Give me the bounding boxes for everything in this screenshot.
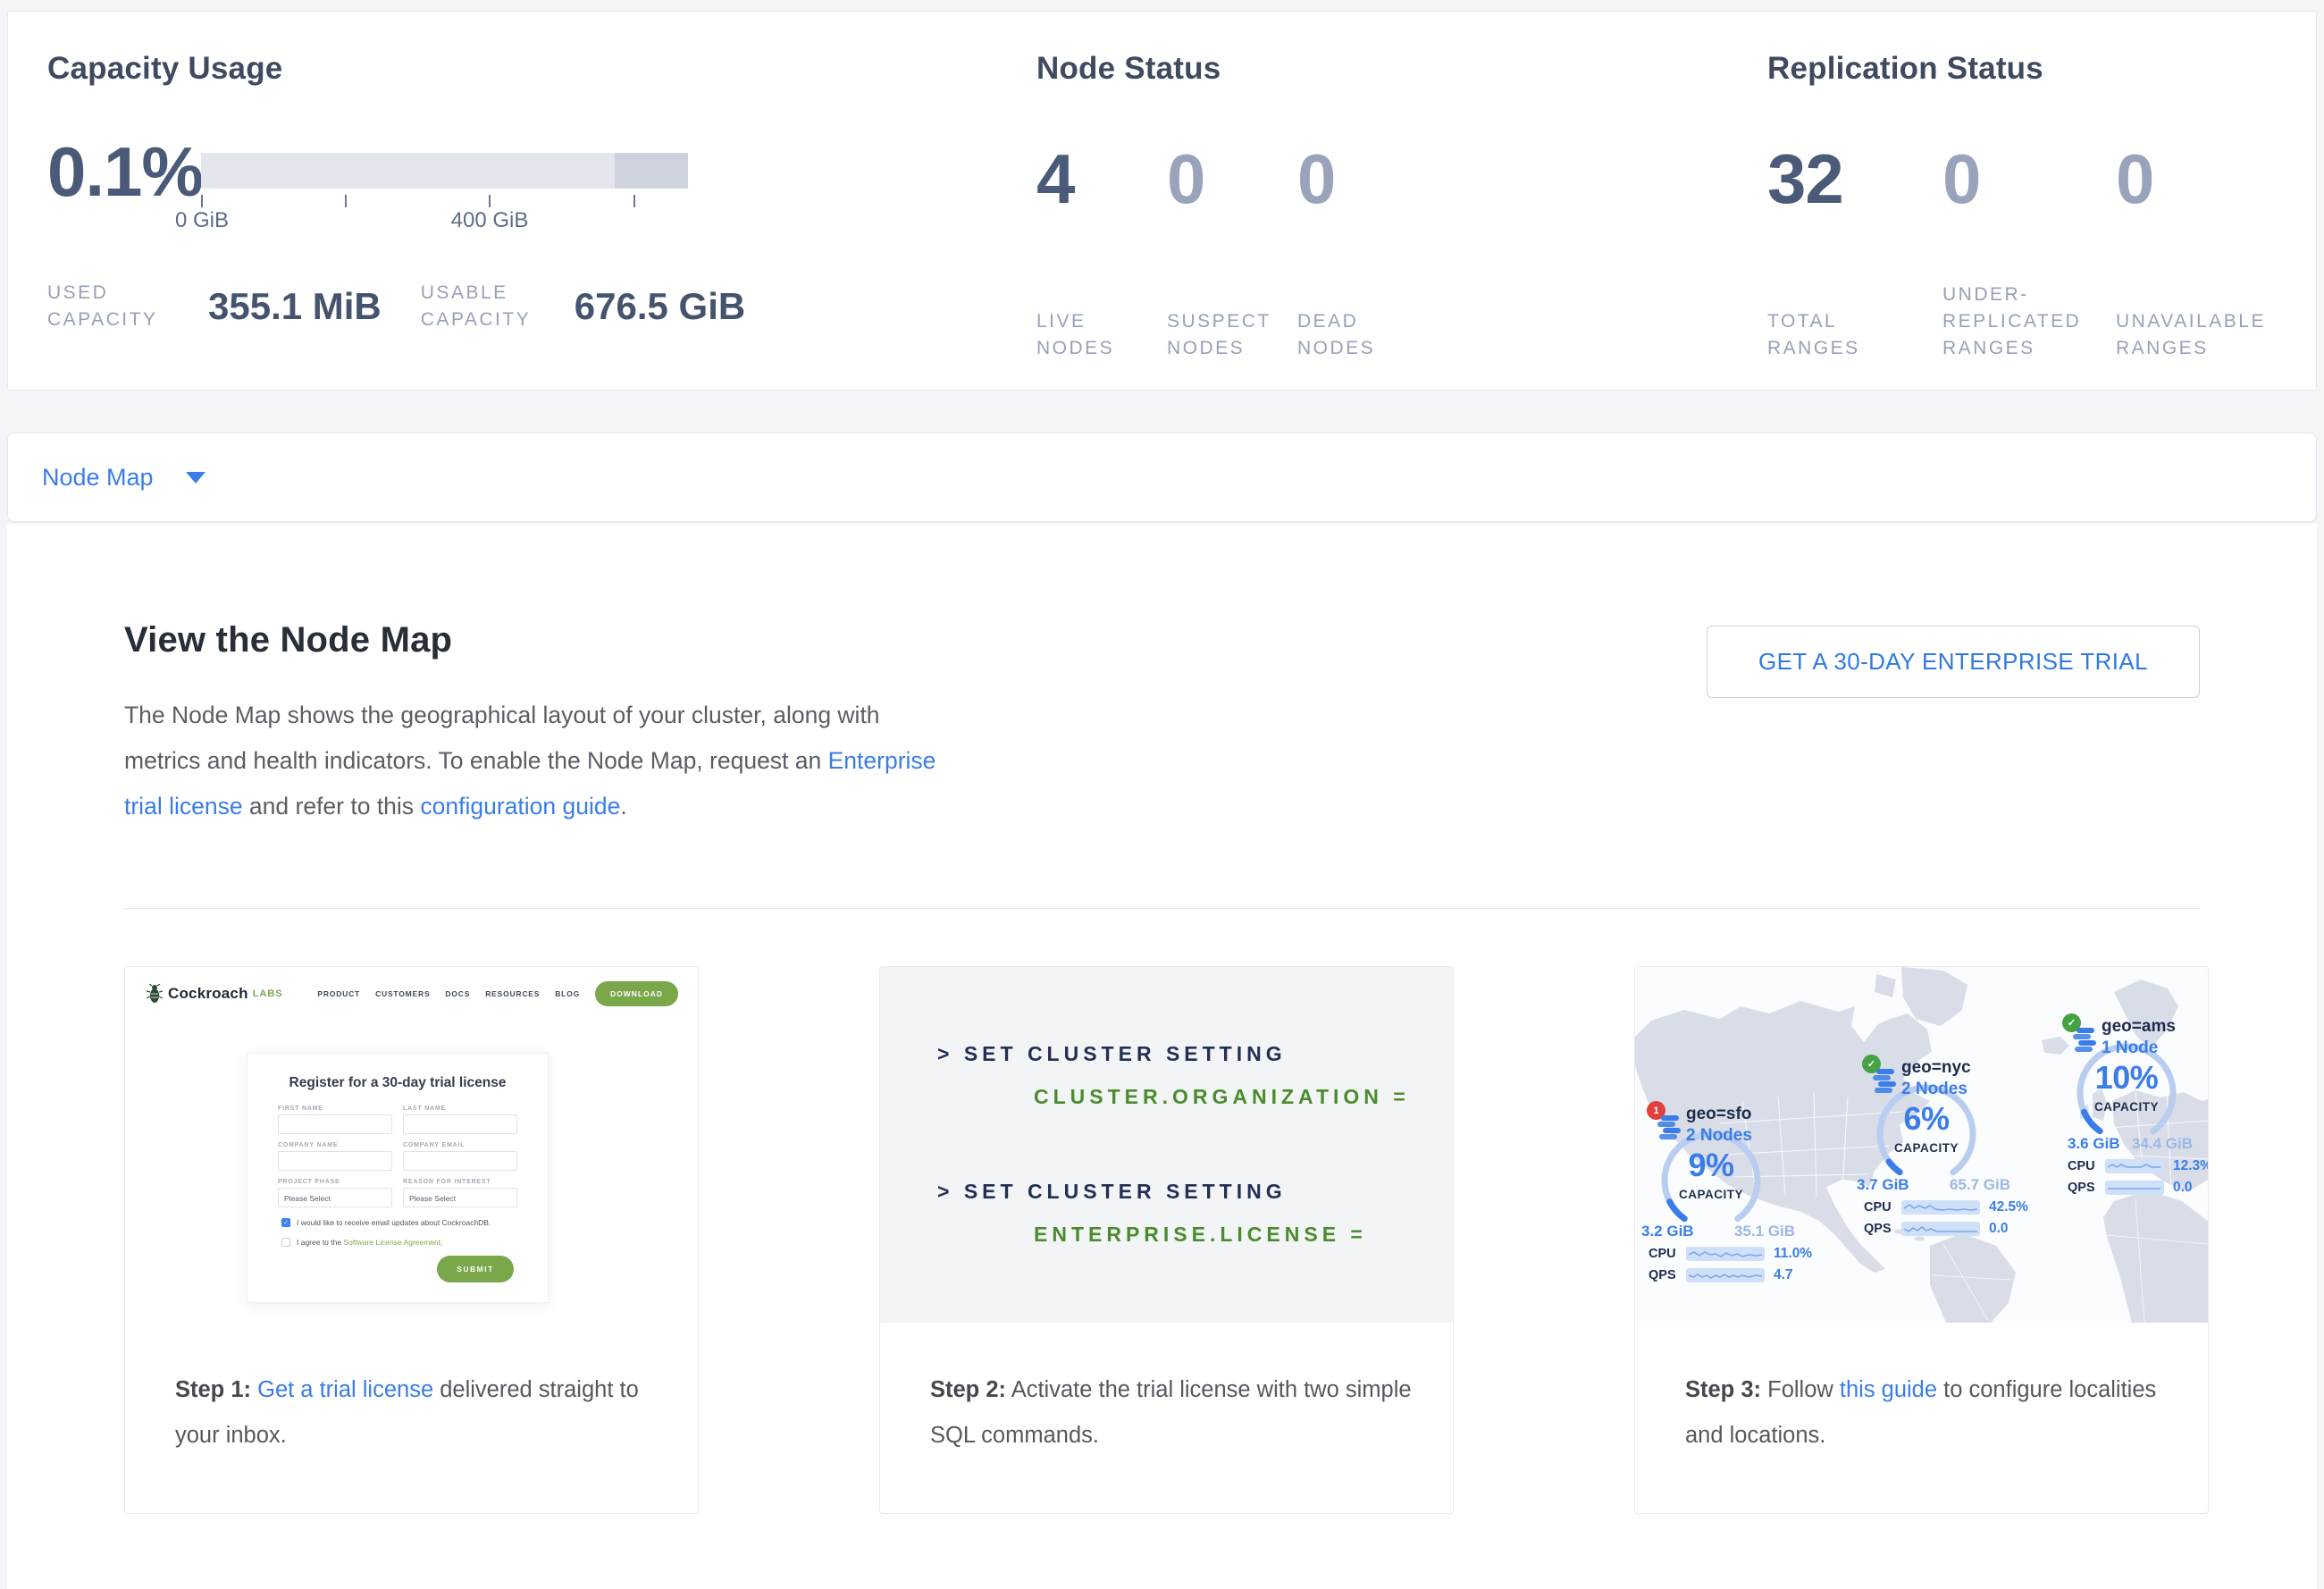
usable-capacity-value: 676.5 GiB bbox=[575, 285, 745, 328]
used-capacity-label: USED CAPACITY bbox=[47, 280, 189, 333]
first-name-field bbox=[278, 1114, 392, 1134]
reason-for-interest-select: Please Select bbox=[403, 1188, 517, 1207]
view-selector-label[interactable]: Node Map bbox=[42, 464, 154, 492]
sql-set-cluster-setting-1: > SET CLUSTER SETTING bbox=[937, 1042, 1287, 1066]
configuration-guide-link[interactable]: configuration guide bbox=[420, 793, 620, 820]
get-trial-license-link[interactable]: Get a trial license bbox=[257, 1377, 433, 1402]
capacity-stats: USED CAPACITY 355.1 MiB USABLE CAPACITY … bbox=[47, 280, 745, 333]
checkbox-empty-icon bbox=[281, 1238, 290, 1247]
capacity-bar-used-segment bbox=[615, 153, 688, 189]
company-name-field bbox=[278, 1151, 392, 1171]
replication-status-section: Replication Status 32 TOTAL RANGES 0 UND… bbox=[1767, 12, 2321, 390]
capacity-percent: 0.1% bbox=[47, 137, 203, 206]
dead-nodes-label: DEAD NODES bbox=[1297, 308, 1405, 362]
node-status-section: Node Status 4 LIVE NODES 0 SUSPECT NODES… bbox=[1036, 12, 1537, 390]
page-title: View the Node Map bbox=[124, 620, 960, 660]
database-icon bbox=[2071, 1028, 2098, 1053]
submit-button: SUBMIT bbox=[437, 1256, 514, 1282]
download-button: DOWNLOAD bbox=[595, 981, 678, 1006]
database-icon bbox=[1871, 1069, 1898, 1094]
sql-commands-graphic: > SET CLUSTER SETTING CLUSTER.ORGANIZATI… bbox=[880, 967, 1453, 1323]
view-selector-dropdown[interactable]: Node Map bbox=[7, 433, 2317, 522]
nav-docs: DOCS bbox=[445, 989, 470, 998]
software-license-agreement-link: Software License Agreement. bbox=[343, 1238, 442, 1247]
live-nodes-label: LIVE NODES bbox=[1036, 308, 1144, 362]
capacity-tick-0: 0 GiB bbox=[130, 208, 273, 233]
used-capacity-value: 355.1 MiB bbox=[208, 285, 382, 328]
step1-card: Cockroach LABS PRODUCT CUSTOMERS DOCS RE… bbox=[124, 966, 699, 1514]
project-phase-select: Please Select bbox=[278, 1188, 392, 1207]
cpu-sparkline bbox=[1901, 1200, 1980, 1215]
form-title: Register for a 30-day trial license bbox=[248, 1075, 548, 1091]
capacity-usage-section: Capacity Usage 0.1% 0 GiB 400 GiB USED C… bbox=[47, 12, 994, 390]
registration-site-screenshot: Cockroach LABS PRODUCT CUSTOMERS DOCS RE… bbox=[125, 967, 698, 1323]
capacity-bar-ticks bbox=[201, 189, 688, 208]
total-ranges-value: 32 bbox=[1767, 144, 1843, 214]
cockroach-bug-icon bbox=[147, 984, 163, 1004]
qps-sparkline bbox=[1686, 1268, 1765, 1282]
mini-site-nav: PRODUCT CUSTOMERS DOCS RESOURCES BLOG DO… bbox=[302, 981, 678, 1006]
qps-sparkline bbox=[1901, 1222, 1980, 1236]
capacity-usage-title: Capacity Usage bbox=[47, 51, 282, 87]
this-guide-link[interactable]: this guide bbox=[1840, 1377, 1937, 1402]
nav-blog: BLOG bbox=[555, 989, 580, 998]
company-email-field bbox=[403, 1151, 517, 1171]
capacity-bar-track bbox=[201, 153, 688, 189]
intro-copy: View the Node Map The Node Map shows the… bbox=[124, 620, 960, 829]
chevron-down-icon bbox=[186, 472, 206, 483]
license-agreement-checkbox-label: I agree to the Software License Agreemen… bbox=[297, 1238, 443, 1248]
capacity-bar: 0 GiB 400 GiB bbox=[201, 153, 688, 235]
checkbox-checked-icon: ✓ bbox=[281, 1218, 290, 1227]
usable-capacity-label: USABLE CAPACITY bbox=[421, 280, 555, 333]
step2-caption: Step 2: Activate the trial license with … bbox=[880, 1323, 1453, 1459]
cockroach-labs-logo: Cockroach LABS bbox=[147, 984, 283, 1004]
nav-customers: CUSTOMERS bbox=[375, 989, 430, 998]
step3-caption: Step 3: Follow this guide to configure l… bbox=[1635, 1323, 2208, 1459]
step2-card: > SET CLUSTER SETTING CLUSTER.ORGANIZATI… bbox=[879, 966, 1454, 1514]
step3-card: 1 geo=sfo 2 Nodes 9% bbox=[1634, 966, 2209, 1514]
nav-product: PRODUCT bbox=[317, 989, 360, 998]
sql-cluster-organization: CLUSTER.ORGANIZATION = bbox=[1034, 1085, 1410, 1109]
sql-set-cluster-setting-2: > SET CLUSTER SETTING bbox=[937, 1180, 1287, 1204]
trial-license-form: Register for a 30-day trial license FIRS… bbox=[247, 1053, 549, 1303]
cpu-sparkline bbox=[2105, 1159, 2164, 1173]
unavailable-ranges-value: 0 bbox=[2116, 144, 2153, 214]
live-nodes-value: 4 bbox=[1036, 144, 1074, 214]
under-replicated-ranges-label: UNDER-REPLICATED RANGES bbox=[1942, 282, 2103, 362]
suspect-nodes-label: SUSPECT NODES bbox=[1167, 308, 1283, 362]
last-name-field bbox=[403, 1114, 517, 1134]
node-map-placeholder-panel: View the Node Map The Node Map shows the… bbox=[7, 524, 2317, 1589]
total-ranges-label: TOTAL RANGES bbox=[1767, 308, 1892, 362]
unavailable-ranges-label: UNAVAILABLE RANGES bbox=[2116, 308, 2277, 362]
intro-paragraph: The Node Map shows the geographical layo… bbox=[124, 693, 960, 829]
under-replicated-ranges-value: 0 bbox=[1942, 144, 1980, 214]
sql-enterprise-license: ENTERPRISE.LICENSE = bbox=[1034, 1223, 1367, 1247]
cluster-summary-panel: Capacity Usage 0.1% 0 GiB 400 GiB USED C… bbox=[7, 11, 2317, 391]
section-divider bbox=[124, 908, 2200, 909]
nav-resources: RESOURCES bbox=[485, 989, 540, 998]
database-icon bbox=[1656, 1115, 1682, 1140]
enterprise-trial-button[interactable]: GET A 30-DAY ENTERPRISE TRIAL bbox=[1707, 626, 2200, 698]
node-map-preview: 1 geo=sfo 2 Nodes 9% bbox=[1635, 967, 2208, 1323]
suspect-nodes-value: 0 bbox=[1167, 144, 1204, 214]
email-updates-checkbox-label: I would like to receive email updates ab… bbox=[297, 1218, 491, 1228]
dead-nodes-value: 0 bbox=[1297, 144, 1335, 214]
step1-caption: Step 1: Get a trial license delivered st… bbox=[125, 1323, 698, 1459]
capacity-tick-400: 400 GiB bbox=[418, 208, 561, 233]
qps-sparkline bbox=[2105, 1181, 2164, 1195]
cpu-sparkline bbox=[1686, 1247, 1765, 1261]
